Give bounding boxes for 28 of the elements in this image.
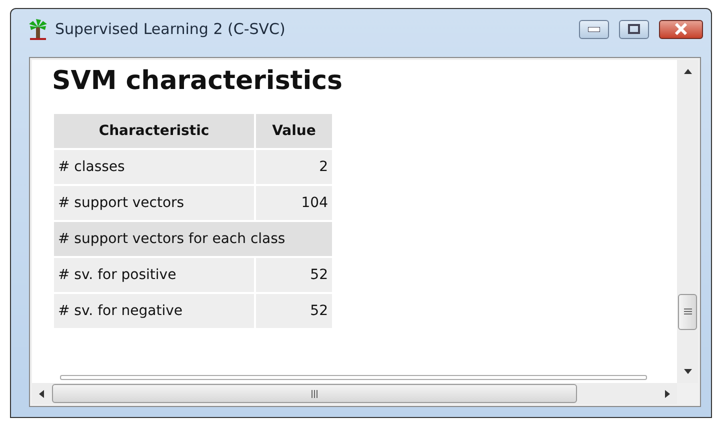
column-header: Value [256,114,332,148]
scroll-up-icon[interactable] [684,68,692,76]
window-title: Supervised Learning 2 (C-SVC) [55,20,286,38]
table-cell: 2 [256,150,332,184]
palm-tree-icon [27,18,49,40]
table-cell: # support vectors [54,186,254,220]
close-icon [674,23,688,35]
grip-icon [684,308,692,315]
close-button[interactable] [659,20,703,38]
table-cell: # sv. for negative [54,294,254,328]
maximize-icon [628,24,640,34]
minimize-button[interactable] [579,20,609,38]
table-cell: # classes [54,150,254,184]
group-row: # support vectors for each class [54,222,332,256]
maximize-button[interactable] [619,20,649,38]
table-cell: 52 [256,294,332,328]
page-heading: SVM characteristics [52,66,344,96]
scroll-left-icon[interactable] [38,390,46,398]
table-cell: # sv. for positive [54,258,254,292]
scroll-down-icon[interactable] [684,367,692,375]
scroll-thumb[interactable] [52,384,577,403]
table-cell: 104 [256,186,332,220]
scroll-right-icon[interactable] [663,390,671,398]
scroll-thumb[interactable] [678,294,697,330]
table-cell: 52 [256,258,332,292]
grip-icon [311,390,318,398]
column-header: Characteristic [54,114,254,148]
minimize-icon [588,26,600,32]
